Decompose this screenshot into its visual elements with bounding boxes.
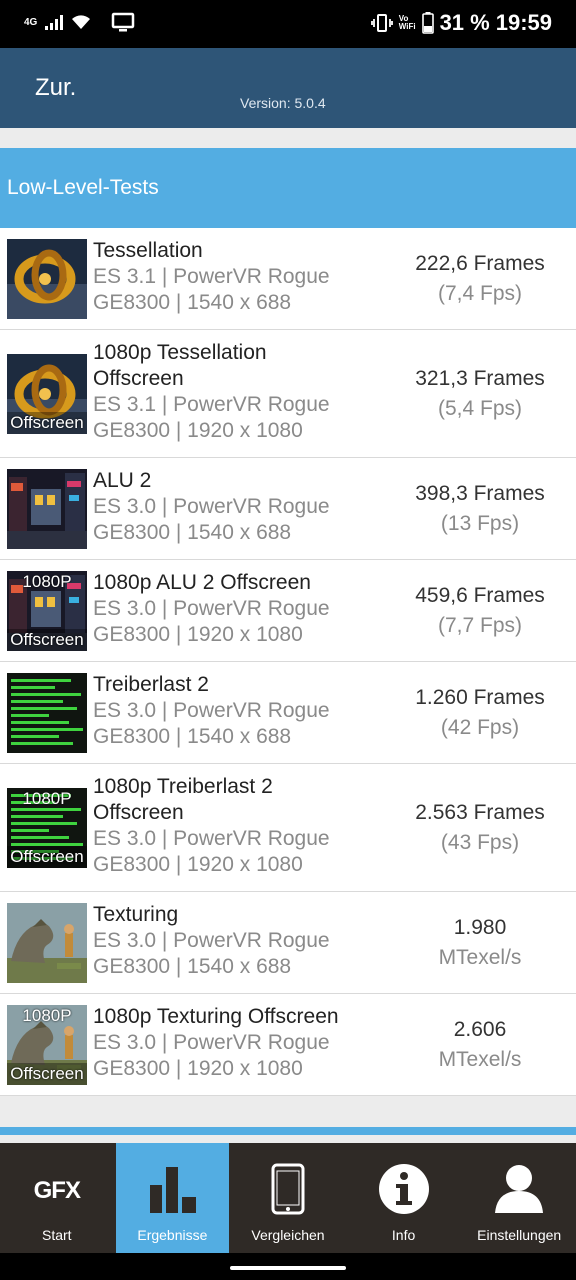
- tab-label: Start: [42, 1227, 72, 1243]
- result-title: Offscreen: [93, 367, 184, 390]
- result-secondary: (42 Fps): [440, 716, 520, 739]
- result-title: Texturing: [93, 903, 179, 926]
- result-details: ES 3.0 | PowerVR Rogue: [93, 495, 330, 518]
- result-value: 2.563 Frames: [415, 801, 545, 824]
- result-thumbnail: 1080P Offscreen: [7, 571, 87, 651]
- result-title: 1080p Tessellation: [93, 341, 267, 364]
- bottom-tab-bar: GFX Start Ergebnisse Vergleichen Info Einstel…: [0, 1143, 576, 1253]
- section-divider: [0, 1127, 576, 1135]
- result-title: Tessellation: [93, 239, 203, 262]
- home-gesture-pill[interactable]: [230, 1266, 346, 1270]
- result-secondary: MTexel/s: [438, 946, 522, 969]
- result-title: Treiberlast 2: [93, 673, 209, 696]
- vowifi-icon: Vo WiFi: [398, 14, 416, 31]
- result-details: GE8300 | 1920 x 1080: [93, 853, 303, 876]
- result-thumbnail: 1080P Offscreen: [7, 1005, 87, 1085]
- bar-chart-icon: [146, 1163, 198, 1220]
- result-thumbnail: [7, 239, 87, 319]
- gfx-logo-icon: GFX: [33, 1177, 81, 1204]
- app-bar: Zur. Version: 5.0.4: [0, 48, 576, 128]
- info-icon: [378, 1163, 430, 1220]
- offscreen-badge: Offscreen: [7, 1063, 87, 1085]
- cast-icon: [112, 12, 135, 32]
- result-secondary: (7,4 Fps): [437, 282, 523, 305]
- battery-icon: [421, 12, 434, 34]
- tab-start[interactable]: GFX Start: [0, 1143, 114, 1253]
- result-secondary: MTexel/s: [438, 1048, 522, 1071]
- offscreen-badge: Offscreen: [7, 846, 87, 868]
- result-details: GE8300 | 1540 x 688: [93, 521, 292, 544]
- result-details: GE8300 | 1540 x 688: [93, 291, 292, 314]
- tab-vergleichen[interactable]: Vergleichen: [231, 1143, 345, 1253]
- results-list: Tessellation ES 3.1 | PowerVR Rogue GE8300…: [0, 228, 576, 1096]
- result-thumbnail: Offscreen: [7, 354, 87, 434]
- result-secondary: (7,7 Fps): [437, 614, 523, 637]
- wifi-icon: [72, 15, 91, 29]
- result-value: 222,6 Frames: [415, 252, 545, 275]
- phone-icon: [271, 1163, 305, 1220]
- result-details: GE8300 | 1920 x 1080: [93, 623, 303, 646]
- section-header: Low-Level-Tests: [0, 148, 576, 228]
- resolution-badge: 1080P: [22, 1006, 72, 1025]
- result-details: GE8300 | 1920 x 1080: [93, 1057, 303, 1080]
- back-button[interactable]: Zur.: [35, 74, 76, 102]
- network-type: 4G: [24, 16, 38, 28]
- result-details: GE8300 | 1540 x 688: [93, 955, 292, 978]
- result-details: ES 3.0 | PowerVR Rogue: [93, 699, 330, 722]
- result-title: Offscreen: [93, 801, 184, 824]
- offscreen-badge: Offscreen: [7, 412, 87, 434]
- result-details: ES 3.0 | PowerVR Rogue: [93, 827, 330, 850]
- result-value: 321,3 Frames: [415, 367, 545, 390]
- result-title: ALU 2: [93, 469, 152, 492]
- signal-icon: [45, 14, 64, 30]
- result-value: 398,3 Frames: [415, 482, 545, 505]
- result-row[interactable]: 1080P Offscreen 1080p Texturing Offscreen E…: [0, 994, 576, 1096]
- result-value: 459,6 Frames: [415, 584, 545, 607]
- result-title: 1080p ALU 2 Offscreen: [93, 571, 311, 594]
- tab-info[interactable]: Info: [347, 1143, 461, 1253]
- result-title: 1080p Texturing Offscreen: [93, 1005, 339, 1028]
- result-thumbnail: [7, 469, 87, 549]
- result-secondary: (43 Fps): [440, 831, 520, 854]
- result-details: ES 3.0 | PowerVR Rogue: [93, 1031, 330, 1054]
- result-value: 1.980: [453, 916, 507, 939]
- result-value: 1.260 Frames: [415, 686, 545, 709]
- tab-ergebnisse[interactable]: Ergebnisse: [115, 1143, 230, 1253]
- resolution-badge: 1080P: [22, 789, 72, 808]
- result-thumbnail: 1080P Offscreen: [7, 788, 87, 868]
- result-details: ES 3.1 | PowerVR Rogue: [93, 265, 330, 288]
- result-row[interactable]: ALU 2 ES 3.0 | PowerVR Rogue GE8300 | 1540…: [0, 458, 576, 560]
- resolution-badge: 1080P: [22, 572, 72, 591]
- tab-einstellungen[interactable]: Einstellungen: [462, 1143, 576, 1253]
- status-bar: 4G Vo WiFi 31 % 19:59: [0, 0, 576, 48]
- tab-label: Einstellungen: [477, 1227, 562, 1243]
- battery-percent: 31 %: [439, 10, 490, 35]
- result-thumbnail: [7, 673, 87, 753]
- result-details: ES 3.0 | PowerVR Rogue: [93, 929, 330, 952]
- result-row[interactable]: 1080P Offscreen 1080p ALU 2 Offscreen ES 3.…: [0, 560, 576, 662]
- result-row[interactable]: Tessellation ES 3.1 | PowerVR Rogue GE8300…: [0, 228, 576, 330]
- result-row[interactable]: Texturing ES 3.0 | PowerVR Rogue GE8300 | …: [0, 892, 576, 994]
- result-details: ES 3.1 | PowerVR Rogue: [93, 393, 330, 416]
- result-secondary: (13 Fps): [440, 512, 520, 535]
- result-details: GE8300 | 1920 x 1080: [93, 419, 303, 442]
- offscreen-badge: Offscreen: [7, 629, 87, 651]
- tab-label: Info: [391, 1227, 416, 1243]
- version-label: Version: 5.0.4: [240, 95, 326, 111]
- tab-label: Vergleichen: [251, 1227, 325, 1243]
- result-row[interactable]: Treiberlast 2 ES 3.0 | PowerVR Rogue GE830…: [0, 662, 576, 764]
- person-icon: [493, 1163, 545, 1220]
- result-value: 2.606: [453, 1018, 507, 1041]
- result-row[interactable]: Offscreen 1080p Tessellation Offscreen ES 3…: [0, 330, 576, 458]
- clock: 19:59: [495, 10, 552, 35]
- result-details: GE8300 | 1540 x 688: [93, 725, 292, 748]
- result-title: 1080p Treiberlast 2: [93, 775, 273, 798]
- vibrate-icon: [370, 14, 393, 32]
- navigation-bar: [0, 1253, 576, 1280]
- result-row[interactable]: 1080P Offscreen 1080p Treiberlast 2 Offscre…: [0, 764, 576, 892]
- tab-label: Ergebnisse: [137, 1227, 208, 1243]
- result-details: ES 3.0 | PowerVR Rogue: [93, 597, 330, 620]
- result-thumbnail: [7, 903, 87, 983]
- result-secondary: (5,4 Fps): [437, 397, 523, 420]
